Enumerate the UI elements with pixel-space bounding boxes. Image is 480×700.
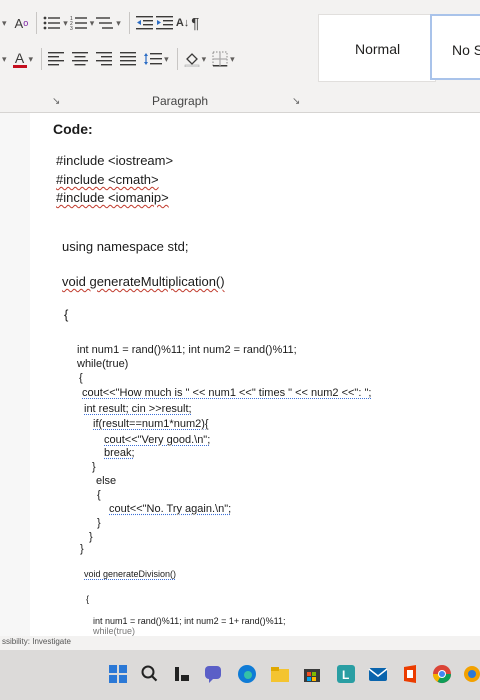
ribbon-group-label: Paragraph — [152, 94, 209, 108]
code-line: } — [89, 531, 93, 543]
code-line: } — [97, 517, 101, 529]
code-line: } — [80, 543, 84, 555]
windows-start-icon[interactable] — [108, 664, 128, 684]
ribbon-separator — [128, 12, 130, 34]
multilevel-list-icon[interactable]: ▾ — [96, 10, 121, 36]
code-line: cout<<"How much is " << num1 <<" times "… — [82, 387, 372, 399]
code-line: int result; cin >>result; — [84, 403, 192, 415]
app-icon[interactable] — [462, 664, 480, 684]
code-line: using namespace std; — [62, 239, 189, 254]
code-heading: Code: — [53, 121, 93, 137]
status-bar: ssibility: Investigate — [0, 636, 480, 650]
code-line: { — [79, 372, 83, 384]
font-dialog-launcher-icon[interactable]: ↘ — [52, 96, 60, 107]
align-center-icon[interactable] — [72, 46, 89, 72]
chevron-down-icon[interactable]: ▾ — [164, 54, 169, 65]
decrease-indent-icon[interactable] — [135, 10, 154, 36]
chevron-down-icon[interactable]: ▾ — [63, 18, 68, 29]
align-right-icon[interactable] — [96, 46, 113, 72]
code-line: } — [92, 461, 96, 473]
chevron-down-icon[interactable]: ▾ — [90, 18, 95, 29]
ribbon-separator — [176, 48, 178, 70]
show-formatting-icon[interactable]: ¶ — [191, 10, 199, 36]
chevron-down-icon[interactable]: ▾ — [230, 54, 235, 65]
code-line: void generateMultiplication() — [62, 274, 225, 289]
style-label: No S — [452, 42, 480, 58]
ribbon-separator — [41, 48, 43, 70]
ribbon-row-1: ▾ Ao ▾ 123 ▾ ▾ A↓ ¶ — [0, 8, 201, 38]
code-line: int num1 = rand()%11; int num2 = rand()%… — [77, 344, 297, 356]
code-line: else — [96, 475, 117, 487]
chrome-icon[interactable] — [432, 664, 452, 684]
code-line: cout<<"Very good.\n"; — [104, 434, 211, 446]
code-line: { — [64, 307, 69, 322]
store-icon[interactable] — [302, 664, 322, 684]
justify-icon[interactable] — [120, 46, 137, 72]
taskbar: L — [0, 650, 480, 700]
ribbon-row-2: ▾ A ▾ ▾ ▾ ▾ — [0, 44, 237, 74]
sort-icon[interactable]: A↓ — [176, 10, 189, 36]
code-line: void generateDivision() — [84, 569, 177, 579]
line-spacing-icon[interactable]: ▾ — [144, 46, 169, 72]
increase-indent-icon[interactable] — [155, 10, 174, 36]
bullets-icon[interactable]: ▾ — [43, 10, 68, 36]
style-label: Normal — [355, 41, 401, 57]
code-line: #include <cmath> — [56, 172, 159, 187]
accessibility-status[interactable]: ssibility: Investigate — [2, 637, 71, 646]
chevron-down-icon[interactable]: ▾ — [116, 18, 121, 29]
chevron-down-icon[interactable]: ▾ — [29, 54, 34, 65]
app-icon[interactable]: L — [336, 664, 356, 684]
phonetic-guide-button[interactable]: ▾ Ao — [0, 10, 28, 36]
code-line: #include <iomanip> — [56, 190, 169, 205]
code-line: { — [97, 489, 101, 501]
svg-text:3: 3 — [70, 26, 73, 31]
borders-icon[interactable]: ▾ — [212, 46, 235, 72]
code-line: while(true) — [93, 626, 136, 636]
shading-icon[interactable]: ▾ — [184, 46, 207, 72]
font-color-button[interactable]: ▾ A ▾ — [0, 46, 33, 72]
code-line: if(result==num1*num2){ — [93, 418, 209, 430]
code-line: break; — [104, 447, 135, 459]
numbering-icon[interactable]: 123 ▾ — [70, 10, 95, 36]
paragraph-dialog-launcher-icon[interactable]: ↘ — [292, 96, 300, 107]
code-line: cout<<"No. Try again.\n"; — [109, 503, 232, 515]
office-icon[interactable] — [400, 664, 420, 684]
ribbon-separator — [36, 12, 38, 34]
chat-icon[interactable] — [203, 664, 223, 684]
style-normal[interactable]: Normal — [318, 14, 436, 82]
file-explorer-icon[interactable] — [270, 664, 290, 684]
style-no-spacing[interactable]: No S — [430, 14, 480, 80]
ribbon: ▾ Ao ▾ 123 ▾ ▾ A↓ ¶ ▾ A ▾ ▾ ▾ ▾ Normal N… — [0, 0, 480, 113]
code-line: while(true) — [77, 358, 129, 370]
edge-icon[interactable] — [237, 664, 257, 684]
code-line: #include <iostream> — [56, 153, 174, 168]
code-line: { — [86, 594, 90, 604]
align-left-icon[interactable] — [48, 46, 65, 72]
task-view-icon[interactable] — [172, 664, 192, 684]
svg-text:L: L — [342, 668, 349, 682]
left-gutter — [0, 113, 30, 643]
mail-icon[interactable] — [368, 664, 388, 684]
search-icon[interactable] — [140, 664, 160, 684]
code-line: int num1 = rand()%11; int num2 = 1+ rand… — [93, 616, 286, 626]
chevron-down-icon[interactable]: ▾ — [202, 54, 207, 65]
